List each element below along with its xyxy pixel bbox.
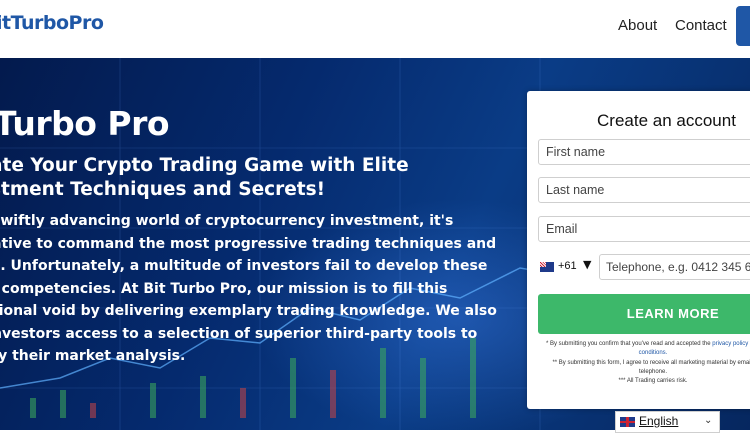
privacy-policy-link[interactable]: privacy policy: [712, 341, 748, 347]
hero-description-line: fy their market analysis.: [0, 348, 186, 364]
top-navigation-bar: itTurboPro About Contact: [0, 0, 750, 58]
risk-disclaimer: *** All Trading carries risk.: [618, 378, 688, 384]
header-cta-button[interactable]: [736, 6, 750, 46]
australia-flag-icon: [540, 262, 554, 272]
hero-description-line: ative to command the most progressive tr…: [0, 235, 497, 252]
form-title: Create an account: [597, 111, 736, 130]
hero-title: Turbo Pro: [0, 104, 170, 143]
email-field[interactable]: Email: [538, 216, 750, 242]
last-name-field[interactable]: Last name: [538, 177, 750, 203]
caret-down-icon[interactable]: ▼: [583, 258, 591, 271]
first-name-field[interactable]: First name: [538, 139, 750, 165]
site-logo[interactable]: itTurboPro: [0, 12, 104, 34]
nav-link-about[interactable]: About: [618, 17, 657, 34]
hero-description: swiftly advancing world of cryptocurrenc…: [0, 210, 497, 368]
dial-code-selector[interactable]: +61: [558, 260, 577, 272]
disclaimer-text: * By submitting you confirm that you've …: [546, 341, 713, 347]
hero-description-line: l competencies. At Bit Turbo Pro, our mi…: [0, 280, 448, 297]
marketing-disclaimer: ** By submitting this form, I agree to r…: [552, 360, 750, 375]
conditions-link[interactable]: conditions.: [639, 350, 668, 356]
chevron-down-icon: ⌄: [704, 415, 713, 426]
hero-description-line: nvestors access to a selection of superi…: [0, 325, 478, 342]
hero-description-line: swiftly advancing world of cryptocurrenc…: [0, 213, 454, 229]
signup-form-card: Create an account First name Last name E…: [527, 91, 750, 409]
hero-description-line: s. Unfortunately, a multitude of investo…: [0, 258, 488, 274]
hero-subtitle: ate Your Crypto Trading Game with Elite …: [0, 155, 409, 200]
language-label: English: [639, 414, 679, 428]
learn-more-button[interactable]: LEARN MORE: [538, 294, 750, 334]
privacy-disclaimer: * By submitting you confirm that you've …: [538, 340, 750, 357]
hero-description-line: tional void by delivering exemplary trad…: [0, 303, 497, 319]
uk-flag-icon: [620, 417, 635, 427]
phone-input-row: +61 ▼ Telephone, e.g. 0412 345 678: [538, 254, 750, 280]
nav-link-contact[interactable]: Contact: [675, 17, 727, 34]
telephone-field[interactable]: Telephone, e.g. 0412 345 678: [599, 254, 750, 280]
